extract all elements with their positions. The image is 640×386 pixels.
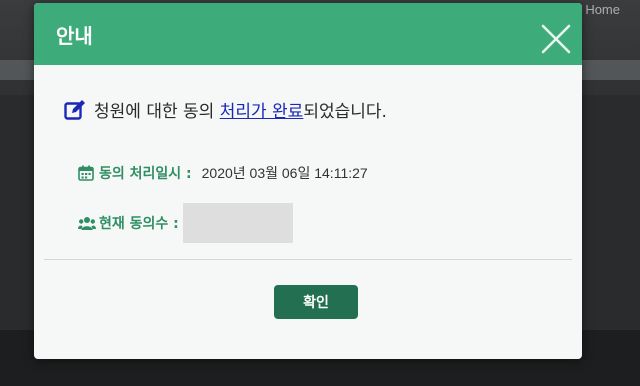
current-count-value (182, 203, 293, 243)
processed-time-row: 동의 처리일시 : 2020년 03월 06일 14:11:27 (78, 163, 368, 183)
modal-title: 안내 (56, 24, 93, 48)
message-suffix: 되었습니다. (303, 102, 387, 122)
home-link[interactable]: Home (585, 2, 620, 17)
current-count-label: 현재 동의수 : (99, 216, 179, 232)
confirm-button[interactable]: 확인 (274, 285, 358, 319)
users-icon (78, 215, 96, 231)
close-icon[interactable] (538, 21, 574, 57)
message-link[interactable]: 처리가 완료 (220, 97, 304, 122)
notice-modal: 안내 청원에 대한 동의 처리가 완료 되었습니다. 동의 처리일시: 202… (34, 3, 582, 359)
processed-time-value: 2020년 03월 06일 14:11:27 (201, 165, 368, 181)
modal-header: 안내 (34, 3, 582, 65)
edit-icon (64, 99, 86, 121)
modal-divider (44, 259, 572, 260)
calendar-icon (78, 165, 94, 181)
completion-message: 청원에 대한 동의 처리가 완료 되었습니다. (64, 97, 387, 122)
message-prefix: 청원에 대한 동의 (94, 102, 215, 122)
processed-time-label: 동의 처리일시 : (99, 166, 192, 182)
current-count-row: 현재 동의수 : (78, 203, 293, 243)
